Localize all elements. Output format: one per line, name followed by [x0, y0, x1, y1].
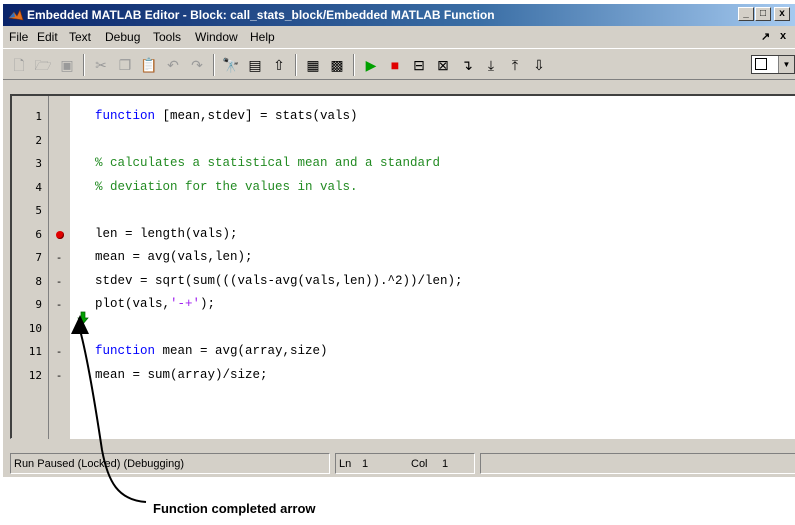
callout-arrow	[71, 315, 147, 503]
callout-label: Function completed arrow	[153, 501, 316, 516]
